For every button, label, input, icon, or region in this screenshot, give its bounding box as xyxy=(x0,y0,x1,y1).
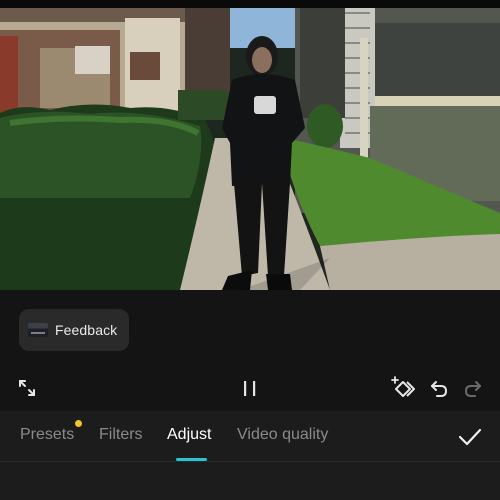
checkmark-icon xyxy=(458,428,482,446)
tab-video-quality[interactable]: Video quality xyxy=(237,426,328,444)
active-tab-indicator xyxy=(176,458,207,461)
video-thumbnail xyxy=(28,323,48,337)
keyframe-add-icon xyxy=(391,376,415,397)
keyframe-add-button[interactable] xyxy=(389,374,417,402)
tab-presets[interactable]: Presets xyxy=(20,426,74,444)
redo-button[interactable] xyxy=(460,375,486,401)
video-frame xyxy=(0,8,500,290)
video-preview[interactable] xyxy=(0,8,500,290)
pause-button[interactable] xyxy=(238,375,262,401)
adjustment-tab-bar: Presets Filters Adjust Video quality xyxy=(0,411,500,462)
confirm-button[interactable] xyxy=(456,423,484,451)
undo-icon xyxy=(431,381,448,397)
tab-adjust[interactable]: Adjust xyxy=(167,426,211,444)
video-editor-screen: Feedback Presets Filters Adjust Video qu… xyxy=(0,0,500,500)
adjust-panel xyxy=(0,462,500,500)
feedback-button[interactable]: Feedback xyxy=(19,309,129,351)
tab-filters[interactable]: Filters xyxy=(99,426,143,444)
new-badge-dot xyxy=(75,420,82,427)
status-strip xyxy=(0,0,500,8)
pause-icon xyxy=(244,381,256,396)
feedback-label: Feedback xyxy=(55,322,118,338)
redo-icon xyxy=(464,381,481,397)
fullscreen-icon xyxy=(19,380,35,396)
undo-button[interactable] xyxy=(426,375,452,401)
fullscreen-button[interactable] xyxy=(14,375,40,401)
